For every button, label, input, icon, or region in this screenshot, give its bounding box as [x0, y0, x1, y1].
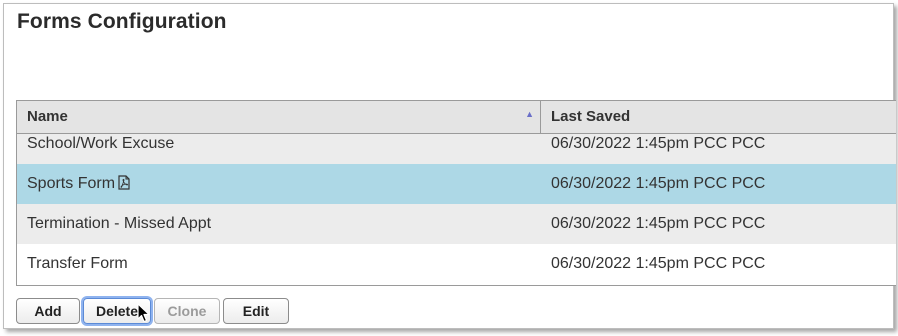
cell-name: Sports Form [17, 164, 541, 204]
forms-configuration-panel: Forms Configuration Name ▲ Last Saved Sc… [3, 3, 896, 329]
edit-button[interactable]: Edit [223, 298, 289, 324]
clone-button[interactable]: Clone [154, 298, 220, 324]
column-header-last-saved-label: Last Saved [551, 108, 631, 125]
cell-name: School/Work Excuse [27, 135, 175, 152]
cell-name: Transfer Form [27, 255, 128, 272]
column-header-last-saved[interactable]: Last Saved [541, 101, 896, 133]
cell-last-saved: 06/30/2022 1:45pm PCC PCC [551, 135, 766, 152]
grid-body: School/Work Excuse 06/30/2022 1:45pm PCC… [17, 134, 896, 284]
table-row[interactable]: School/Work Excuse 06/30/2022 1:45pm PCC… [17, 134, 896, 164]
sort-ascending-icon: ▲ [525, 109, 534, 119]
column-header-name[interactable]: Name ▲ [17, 101, 541, 133]
table-row[interactable]: Transfer Form 06/30/2022 1:45pm PCC PCC [17, 244, 896, 284]
cell-last-saved: 06/30/2022 1:45pm PCC PCC [551, 215, 766, 232]
cell-last-saved: 06/30/2022 1:45pm PCC PCC [551, 255, 766, 272]
forms-grid: Name ▲ Last Saved School/Work Excuse 06/… [16, 100, 896, 286]
column-header-name-label: Name [27, 108, 68, 125]
table-row[interactable]: Termination - Missed Appt 06/30/2022 1:4… [17, 204, 896, 244]
cell-name: Termination - Missed Appt [27, 215, 212, 232]
add-button[interactable]: Add [16, 298, 80, 324]
cell-last-saved: 06/30/2022 1:45pm PCC PCC [551, 175, 766, 192]
cell-name-text: Sports Form [27, 175, 116, 192]
pdf-document-icon [118, 175, 130, 190]
mouse-pointer-icon [137, 303, 150, 323]
grid-header: Name ▲ Last Saved [17, 100, 896, 134]
page-title: Forms Configuration [17, 10, 227, 33]
table-row-selected[interactable]: Sports Form 06/30/2022 1:45pm PCC PCC [17, 164, 896, 204]
